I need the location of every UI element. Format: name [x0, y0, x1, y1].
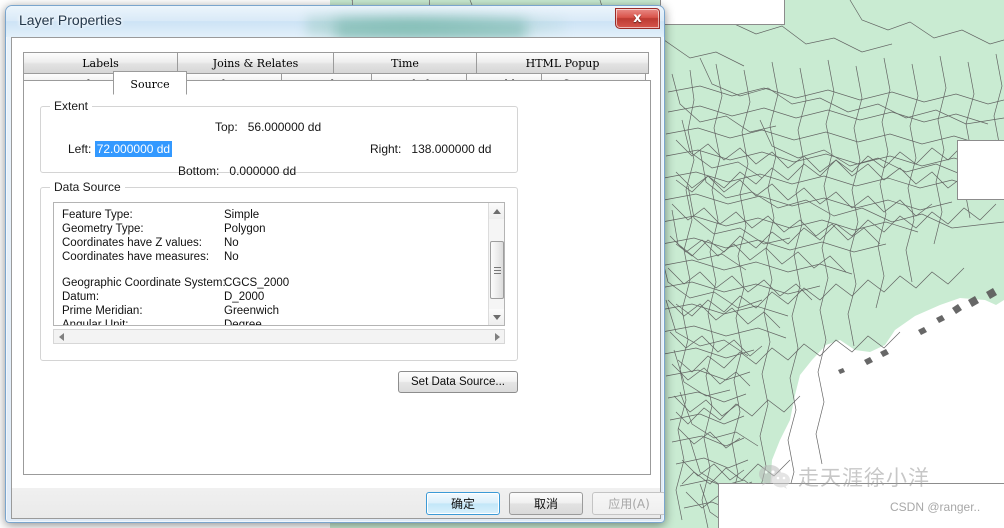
aero-glass-blur-core	[336, 20, 526, 37]
data-source-key: Geometry Type:	[62, 223, 144, 235]
extent-group-title: Extent	[50, 99, 93, 113]
arrow-right-icon[interactable]	[490, 330, 504, 343]
data-source-row: Feature Type: Simple	[62, 208, 289, 222]
data-source-value: Simple	[224, 209, 260, 221]
extent-top-field: Top: 56.000000 dd	[215, 120, 321, 134]
data-source-rows: Feature Type: Simple Geometry Type: Polygon…	[62, 208, 289, 326]
extent-top-value: 56.000000 dd	[247, 120, 322, 134]
tab-label: Source	[130, 78, 170, 91]
data-source-value: Greenwich	[224, 305, 279, 317]
data-source-row: Geometry Type: Polygon	[62, 222, 289, 236]
tab-panel-source: Extent Top: 56.000000 dd Left: 72.000000…	[23, 80, 651, 475]
dialog-body: LabelsJoins & RelatesTimeHTML Popup Gene…	[11, 37, 661, 488]
data-source-key: Coordinates have Z values:	[62, 237, 202, 249]
cancel-button[interactable]: 取消	[509, 492, 583, 515]
tab-label: HTML Popup	[525, 56, 600, 70]
data-source-groupbox: Data Source Feature Type: Simple Geometry …	[40, 180, 518, 361]
data-source-value: CGCS_2000	[224, 277, 290, 289]
data-source-row	[62, 264, 289, 276]
data-source-group-title: Data Source	[50, 180, 125, 194]
extent-bottom-label: Bottom:	[178, 164, 220, 178]
window-title: Layer Properties	[19, 12, 122, 28]
extent-left-label: Left:	[68, 142, 92, 156]
arrow-down-icon[interactable]	[489, 309, 504, 325]
dialog-titlebar[interactable]: Layer Properties x	[6, 6, 664, 37]
data-source-row: Datum: D_2000	[62, 290, 289, 304]
tab-label: Labels	[82, 56, 119, 70]
data-source-value: Polygon	[224, 223, 266, 235]
data-source-row: Coordinates have Z values: No	[62, 236, 289, 250]
extent-groupbox: Extent Top: 56.000000 dd Left: 72.000000…	[40, 99, 518, 178]
tab-label: Joins & Relates	[212, 56, 299, 70]
tab-label: Time	[391, 56, 419, 70]
extent-bottom-field: Bottom: 0.000000 dd	[178, 164, 296, 178]
extent-left-field: Left: 72.000000 dd	[68, 141, 173, 157]
extent-right-label: Right:	[370, 142, 402, 156]
arrow-left-icon[interactable]	[54, 330, 68, 343]
extent-left-value[interactable]: 72.000000 dd	[94, 141, 173, 157]
ok-button[interactable]: 确定	[426, 492, 500, 515]
extent-right-field: Right: 138.000000 dd	[370, 142, 491, 156]
data-source-key: Prime Meridian:	[62, 305, 143, 317]
data-source-row: Prime Meridian: Greenwich	[62, 304, 289, 318]
screen: 走天涯徐小洋 CSDN @ranger.. Layer Properties x…	[0, 0, 1004, 528]
extent-right-value: 138.000000 dd	[411, 142, 492, 156]
data-source-key: Coordinates have measures:	[62, 251, 210, 263]
tab-joins-relates[interactable]: Joins & Relates	[177, 52, 334, 74]
close-glyph: x	[633, 11, 642, 26]
set-data-source-button[interactable]: Set Data Source...	[398, 371, 518, 393]
data-source-value: D_2000	[224, 291, 265, 303]
tab-source[interactable]: Source	[113, 71, 187, 95]
apply-button: 应用(A)	[592, 492, 664, 515]
horizontal-scrollbar[interactable]	[53, 329, 505, 344]
data-source-row: Coordinates have measures: No	[62, 250, 289, 264]
extent-bottom-value: 0.000000 dd	[229, 164, 297, 178]
data-source-key: Feature Type:	[62, 209, 133, 221]
extent-top-label: Top:	[215, 120, 238, 134]
data-source-value: No	[224, 237, 239, 249]
data-source-value: No	[224, 251, 239, 263]
data-source-row: Geographic Coordinate System: CGCS_2000	[62, 276, 289, 290]
vertical-scrollbar[interactable]	[488, 203, 504, 325]
data-source-key: Angular Unit:	[62, 319, 129, 326]
csdn-credit: CSDN @ranger..	[890, 500, 981, 514]
map-overlay-panel-top	[660, 0, 785, 25]
close-icon[interactable]: x	[615, 8, 660, 29]
data-source-value: Degree	[224, 319, 262, 326]
scrollbar-thumb[interactable]	[490, 241, 504, 299]
data-source-listbox[interactable]: Feature Type: Simple Geometry Type: Polygon…	[53, 202, 505, 326]
arrow-up-icon[interactable]	[489, 203, 504, 219]
tab-time[interactable]: Time	[333, 52, 477, 74]
dialog-footer: 确定 取消 应用(A)	[11, 488, 664, 519]
data-source-key: Datum:	[62, 291, 100, 303]
data-source-key: Geographic Coordinate System:	[62, 277, 226, 289]
layer-properties-dialog: Layer Properties x Labels Joins & Relates…	[5, 5, 665, 523]
tab-html-popup[interactable]: HTML Popup	[476, 52, 649, 74]
map-overlay-panel-right	[957, 140, 1004, 200]
data-source-row: Angular Unit: Degree	[62, 318, 289, 326]
